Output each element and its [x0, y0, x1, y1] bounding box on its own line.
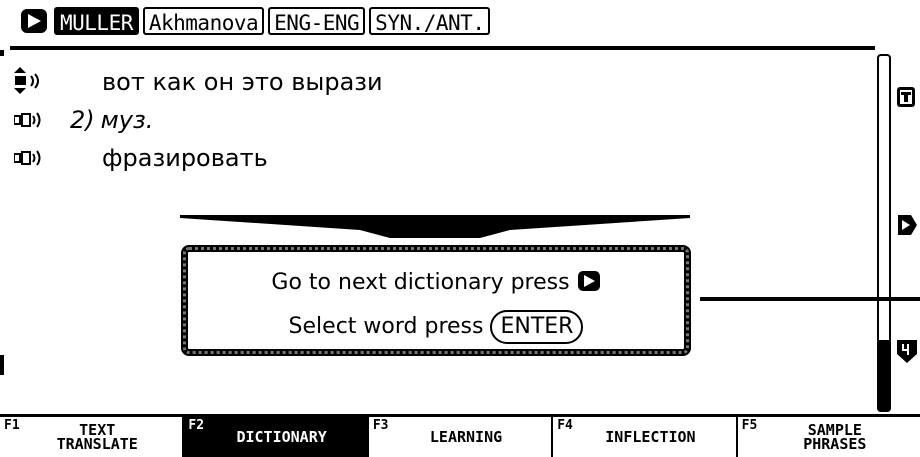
fkey-label: INFLECTION: [605, 428, 696, 446]
enter-key[interactable]: ENTER: [490, 310, 584, 344]
popup-line: Select word press ENTER: [188, 310, 684, 344]
speaker-icon[interactable]: [13, 109, 54, 131]
fkey-label: SAMPLE PHRASES: [803, 421, 867, 453]
next-dictionary-icon: [577, 270, 601, 298]
device-screen: MULLER Akhmanova ENG-ENG SYN./ANT. вот к…: [0, 0, 920, 457]
fkey-label: LEARNING: [429, 428, 503, 446]
entry-line[interactable]: 2) муз.: [13, 104, 153, 136]
entry-text: вот как он это вырази: [102, 68, 383, 96]
entry-text: фразировать: [102, 144, 268, 172]
f5-sample-phrases-key[interactable]: F5 SAMPLE PHRASES: [738, 417, 920, 457]
tab-syn-ant[interactable]: SYN./ANT.: [369, 7, 491, 35]
function-key-bar: F1 TEXT TRANSLATE F2 DICTIONARY F3 LEARN…: [0, 414, 920, 457]
t-icon[interactable]: [895, 84, 919, 110]
next-dictionary-icon[interactable]: [18, 7, 50, 35]
fkey-label: DICTIONARY: [236, 428, 327, 446]
popup-pointer: [180, 215, 690, 238]
next-arrow-icon[interactable]: [895, 212, 919, 238]
fkey-number: F1: [4, 418, 20, 433]
edge-mark: [0, 50, 4, 56]
popup-line: Go to next dictionary press: [188, 270, 684, 298]
speaker-icon[interactable]: [13, 147, 54, 169]
entry-line[interactable]: вот как он это вырази: [14, 66, 383, 98]
speaker-scroll-icon[interactable]: [14, 67, 54, 94]
f1-text-translate-key[interactable]: F1 TEXT TRANSLATE: [0, 417, 185, 457]
f4-inflection-key[interactable]: F4 INFLECTION: [553, 417, 738, 457]
f2-dictionary-key[interactable]: F2 DICTIONARY: [184, 417, 369, 457]
entry-text: 2) муз.: [70, 106, 153, 134]
popup-text: Select word press: [288, 314, 484, 339]
tab-eng-eng[interactable]: ENG-ENG: [268, 7, 366, 35]
usage-label: муз.: [100, 106, 154, 134]
scrollbar-thumb[interactable]: [877, 340, 891, 412]
fkey-number: F5: [741, 418, 758, 433]
popup-text: Go to next dictionary press: [271, 270, 570, 295]
fkey-label: TEXT TRANSLATE: [56, 421, 138, 453]
divider-line: [700, 297, 920, 301]
header-divider: [10, 46, 875, 50]
dictionary-tabs: MULLER Akhmanova ENG-ENG SYN./ANT.: [18, 4, 491, 38]
f3-learning-key[interactable]: F3 LEARNING: [369, 417, 554, 457]
entry-line[interactable]: фразировать: [13, 142, 268, 174]
tab-muller[interactable]: MULLER: [54, 7, 139, 35]
page-down-icon[interactable]: [895, 338, 919, 364]
sense-number: 2): [70, 106, 95, 134]
tab-akhmanova[interactable]: Akhmanova: [142, 7, 265, 35]
hint-popup: Go to next dictionary press Select word …: [181, 245, 691, 356]
edge-mark: [0, 355, 4, 375]
